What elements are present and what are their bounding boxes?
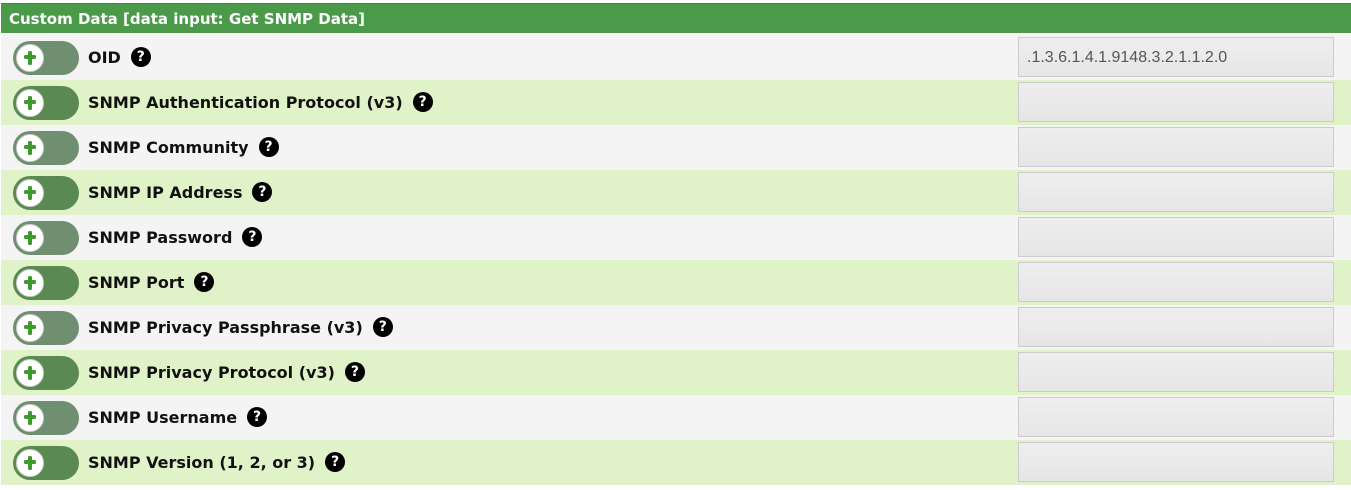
field-label: SNMP IP Address?: [88, 170, 273, 215]
question-circle-icon[interactable]: ?: [258, 136, 279, 157]
question-circle-icon[interactable]: ?: [130, 46, 151, 67]
override-toggle[interactable]: [13, 356, 79, 390]
field-value-input[interactable]: [1018, 307, 1334, 347]
override-toggle[interactable]: [13, 266, 79, 300]
toggle-knob: [16, 44, 44, 72]
field-label-text: SNMP Authentication Protocol (v3): [88, 93, 403, 112]
field-label: SNMP Privacy Protocol (v3)?: [88, 350, 365, 395]
field-row: OID? .1.3.6.1.4.1.9148.3.2.1.1.2.0: [1, 35, 1351, 80]
override-toggle[interactable]: [13, 311, 79, 345]
override-toggle[interactable]: [13, 131, 79, 165]
field-label-text: SNMP Password: [88, 228, 233, 247]
plus-icon: [24, 96, 36, 110]
question-circle-icon[interactable]: ?: [412, 91, 433, 112]
field-label: SNMP Username?: [88, 395, 268, 440]
override-toggle[interactable]: [13, 221, 79, 255]
plus-icon: [24, 231, 36, 245]
field-list: OID? .1.3.6.1.4.1.9148.3.2.1.1.2.0 SNMP Au…: [1, 35, 1351, 485]
field-row: SNMP Password?: [1, 215, 1351, 260]
field-value-input[interactable]: .1.3.6.1.4.1.9148.3.2.1.1.2.0: [1018, 37, 1334, 77]
field-label-text: SNMP Username: [88, 408, 238, 427]
plus-icon: [24, 141, 36, 155]
toggle-knob: [16, 134, 44, 162]
plus-icon: [24, 276, 36, 290]
field-label-text: SNMP IP Address: [88, 183, 243, 202]
question-circle-icon[interactable]: ?: [247, 406, 268, 427]
custom-data-panel: Custom Data [data input: Get SNMP Data] …: [0, 0, 1351, 490]
field-label-text: SNMP Community: [88, 138, 249, 157]
toggle-knob: [16, 179, 44, 207]
field-row: SNMP Username?: [1, 395, 1351, 440]
question-circle-icon[interactable]: ?: [242, 226, 263, 247]
field-row: SNMP Authentication Protocol (v3)?: [1, 80, 1351, 125]
question-circle-icon[interactable]: ?: [372, 316, 393, 337]
plus-icon: [24, 186, 36, 200]
toggle-knob: [16, 89, 44, 117]
field-value-input[interactable]: [1018, 82, 1334, 122]
field-value-input[interactable]: [1018, 127, 1334, 167]
override-toggle[interactable]: [13, 41, 79, 75]
toggle-knob: [16, 314, 44, 342]
field-label-text: SNMP Privacy Protocol (v3): [88, 363, 335, 382]
plus-icon: [24, 411, 36, 425]
field-value-input[interactable]: [1018, 352, 1334, 392]
field-label: SNMP Privacy Passphrase (v3)?: [88, 305, 393, 350]
toggle-knob: [16, 449, 44, 477]
field-value-input[interactable]: [1018, 397, 1334, 437]
plus-icon: [24, 51, 36, 65]
override-toggle[interactable]: [13, 446, 79, 480]
plus-icon: [24, 321, 36, 335]
override-toggle[interactable]: [13, 176, 79, 210]
question-circle-icon[interactable]: ?: [252, 181, 273, 202]
toggle-knob: [16, 359, 44, 387]
field-label-text: SNMP Privacy Passphrase (v3): [88, 318, 363, 337]
field-row: SNMP Version (1, 2, or 3)?: [1, 440, 1351, 485]
field-label: SNMP Port?: [88, 260, 215, 305]
question-circle-icon[interactable]: ?: [194, 271, 215, 292]
field-value-input[interactable]: [1018, 262, 1334, 302]
override-toggle[interactable]: [13, 401, 79, 435]
field-row: SNMP Community?: [1, 125, 1351, 170]
question-circle-icon[interactable]: ?: [344, 361, 365, 382]
toggle-knob: [16, 224, 44, 252]
field-label: SNMP Password?: [88, 215, 263, 260]
field-label: SNMP Community?: [88, 125, 279, 170]
field-label: SNMP Authentication Protocol (v3)?: [88, 80, 433, 125]
panel-header-title: Custom Data [data input: Get SNMP Data]: [1, 3, 1351, 33]
question-circle-icon[interactable]: ?: [325, 451, 346, 472]
field-row: SNMP Port?: [1, 260, 1351, 305]
field-value-input[interactable]: [1018, 442, 1334, 482]
field-row: SNMP Privacy Protocol (v3)?: [1, 350, 1351, 395]
plus-icon: [24, 366, 36, 380]
field-value-input[interactable]: [1018, 172, 1334, 212]
field-label: OID?: [88, 35, 151, 80]
field-value-input[interactable]: [1018, 217, 1334, 257]
field-label-text: SNMP Version (1, 2, or 3): [88, 453, 316, 472]
plus-icon: [24, 456, 36, 470]
toggle-knob: [16, 269, 44, 297]
field-row: SNMP IP Address?: [1, 170, 1351, 215]
field-label: SNMP Version (1, 2, or 3)?: [88, 440, 346, 485]
field-row: SNMP Privacy Passphrase (v3)?: [1, 305, 1351, 350]
override-toggle[interactable]: [13, 86, 79, 120]
field-label-text: OID: [88, 48, 121, 67]
field-label-text: SNMP Port: [88, 273, 185, 292]
toggle-knob: [16, 404, 44, 432]
